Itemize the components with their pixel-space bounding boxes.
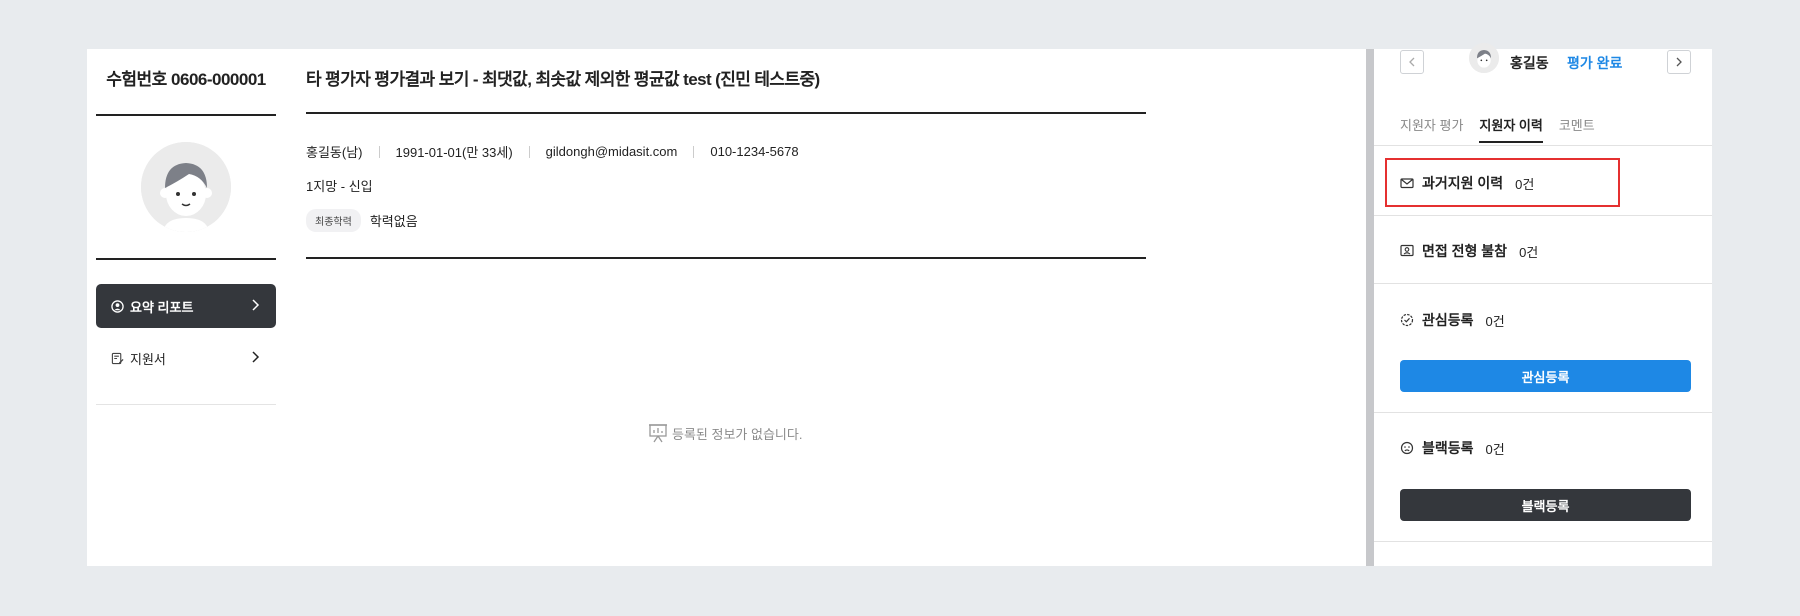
tab-candidate-evaluation[interactable]: 지원자 평가: [1400, 115, 1463, 143]
sad-face-icon: [1400, 441, 1414, 455]
application-preference: 1지망 - 신입: [306, 179, 373, 194]
empty-board-icon: [647, 422, 669, 444]
candidate-email: gildongh@midasit.com: [545, 144, 678, 159]
nav-application-form[interactable]: 지원서: [96, 336, 276, 380]
education-row: 최종학력 학력없음: [306, 209, 418, 232]
candidate-navigator: 홍길동 평가 완료: [1374, 43, 1712, 74]
prev-candidate-button[interactable]: [1400, 50, 1424, 74]
nav-summary-report[interactable]: 요약 리포트: [96, 284, 276, 328]
chevron-left-icon: [1409, 57, 1415, 67]
divider: [96, 404, 276, 405]
separator: [378, 145, 380, 158]
candidate-name-gender: 홍길동(남): [306, 145, 363, 160]
divider: [1374, 145, 1712, 146]
separator: [528, 145, 530, 158]
divider: [306, 112, 1146, 114]
register-blacklist-button[interactable]: 블랙등록: [1400, 489, 1691, 521]
divider: [1374, 283, 1712, 284]
right-panel: 홍길동 평가 완료 지원자 평가 지원자 이력 코멘트 과거지원 이력 0건 면…: [1374, 43, 1712, 566]
divider: [96, 114, 276, 116]
divider: [1374, 541, 1712, 542]
section-count: 0건: [1485, 313, 1505, 329]
interest-register-header: 관심등록 0건: [1400, 310, 1505, 330]
chevron-right-icon: [250, 298, 260, 314]
person-card-icon: [1400, 244, 1414, 258]
nav-label: 요약 리포트: [130, 299, 194, 315]
education-value: 학력없음: [369, 214, 418, 229]
chevron-right-icon: [250, 350, 260, 366]
education-badge: 최종학력: [306, 209, 361, 232]
next-candidate-button[interactable]: [1667, 50, 1691, 74]
section-title: 블랙등록: [1422, 440, 1474, 456]
highlight-box: [1385, 158, 1620, 207]
section-count: 0건: [1519, 244, 1539, 260]
divider: [1374, 412, 1712, 413]
page-title: 타 평가자 평가결과 보기 - 최댓값, 최솟값 제외한 평균값 test (진…: [306, 70, 820, 89]
candidate-name: 홍길동: [1510, 55, 1549, 71]
check-circle-icon: [1400, 313, 1414, 327]
empty-state: 등록된 정보가 없습니다.: [647, 422, 802, 444]
candidate-birth: 1991-01-01(만 33세): [395, 145, 513, 160]
tab-comments[interactable]: 코멘트: [1559, 115, 1595, 143]
document-pen-icon: [110, 351, 124, 365]
section-title: 면접 전형 불참: [1422, 243, 1508, 259]
avatar: [141, 142, 231, 232]
app-window: 수험번호 0606-000001 요약 리포트 지원서 타 평가자 평가결과 보…: [87, 43, 1712, 566]
section-title: 관심등록: [1422, 312, 1474, 328]
evaluation-status: 평가 완료: [1567, 55, 1623, 71]
interview-absence-header: 면접 전형 불참 0건: [1400, 241, 1538, 261]
nav-label: 지원서: [130, 351, 166, 367]
chevron-right-icon: [1676, 57, 1682, 67]
separator: [693, 145, 695, 158]
person-avatar-icon: [141, 142, 231, 232]
divider: [1374, 215, 1712, 216]
section-count: 0건: [1485, 441, 1505, 457]
exam-number: 수험번호 0606-000001: [106, 70, 266, 89]
divider: [306, 257, 1146, 259]
left-sidebar: 수험번호 0606-000001 요약 리포트 지원서: [96, 49, 276, 566]
profile-info-row: 홍길동(남) 1991-01-01(만 33세) gildongh@midasi…: [306, 142, 799, 161]
tab-candidate-history[interactable]: 지원자 이력: [1479, 115, 1543, 143]
panel-tabs: 지원자 평가 지원자 이력 코멘트: [1400, 115, 1611, 143]
person-avatar-icon: [1469, 43, 1499, 73]
user-circle-icon: [110, 299, 124, 313]
divider: [96, 258, 276, 260]
main-content: 타 평가자 평가결과 보기 - 최댓값, 최솟값 제외한 평균값 test (진…: [306, 49, 1146, 566]
empty-message: 등록된 정보가 없습니다.: [672, 426, 803, 442]
avatar: [1469, 43, 1499, 73]
candidate-phone: 010-1234-5678: [710, 144, 799, 159]
panel-resize-handle[interactable]: [1366, 49, 1374, 566]
register-interest-button[interactable]: 관심등록: [1400, 360, 1691, 392]
blacklist-header: 블랙등록 0건: [1400, 438, 1505, 458]
